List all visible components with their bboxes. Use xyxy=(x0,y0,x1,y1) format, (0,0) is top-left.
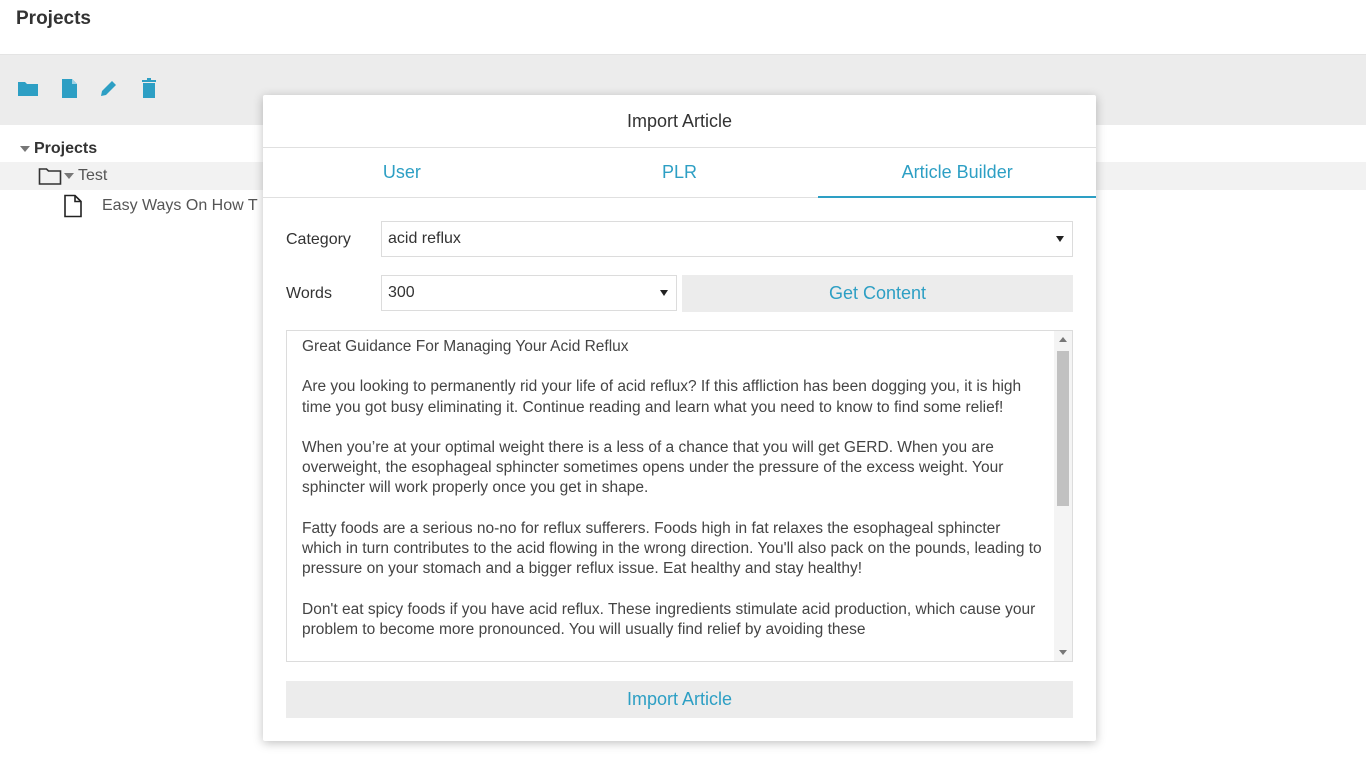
tree-label-file: Easy Ways On How T xyxy=(102,197,258,214)
folder-outline-icon xyxy=(38,168,62,185)
article-content: Great Guidance For Managing Your Acid Re… xyxy=(302,337,1044,660)
article-paragraph: Don't eat spicy foods if you have acid r… xyxy=(302,600,1036,638)
chevron-down-icon xyxy=(660,290,668,296)
category-value: acid reflux xyxy=(388,230,461,247)
tree-item-test[interactable]: Test xyxy=(38,166,107,186)
words-select[interactable]: 300 xyxy=(381,275,677,311)
tree-label-test: Test xyxy=(78,167,108,184)
textarea-scrollbar[interactable] xyxy=(1054,331,1072,661)
get-content-button[interactable]: Get Content xyxy=(682,275,1073,312)
file-outline-icon xyxy=(64,194,82,218)
tab-bar: User PLR Article Builder xyxy=(263,148,1096,198)
tree-label-projects: Projects xyxy=(34,140,98,157)
scroll-thumb[interactable] xyxy=(1057,351,1069,506)
app-header: Projects xyxy=(0,0,1366,55)
caret-down-icon[interactable] xyxy=(64,173,74,179)
trash-icon[interactable] xyxy=(138,77,160,99)
import-article-button[interactable]: Import Article xyxy=(286,681,1073,718)
import-article-dialog: Import Article User PLR Article Builder … xyxy=(263,95,1096,741)
article-paragraph: Fatty foods are a serious no-no for refl… xyxy=(302,519,1042,578)
folder-icon[interactable] xyxy=(17,77,39,99)
file-icon[interactable] xyxy=(58,77,80,99)
tab-plr[interactable]: PLR xyxy=(541,148,819,197)
tree-item-projects[interactable]: Projects xyxy=(20,140,97,158)
article-paragraph: Are you looking to permanently rid your … xyxy=(302,378,1022,416)
words-value: 300 xyxy=(388,284,415,301)
article-paragraph: When you’re at your optimal weight there… xyxy=(302,438,1004,497)
dialog-title: Import Article xyxy=(263,95,1096,148)
article-paragraph: Great Guidance For Managing Your Acid Re… xyxy=(302,338,629,355)
scroll-up-icon[interactable] xyxy=(1059,337,1067,342)
pencil-icon[interactable] xyxy=(98,77,120,99)
tab-user[interactable]: User xyxy=(263,148,541,197)
words-label: Words xyxy=(286,285,332,302)
tree-item-file[interactable]: Easy Ways On How T xyxy=(63,194,258,218)
article-textarea[interactable]: Great Guidance For Managing Your Acid Re… xyxy=(286,330,1073,662)
caret-down-icon[interactable] xyxy=(20,146,30,152)
tab-article-builder[interactable]: Article Builder xyxy=(818,148,1096,198)
category-select[interactable]: acid reflux xyxy=(381,221,1073,257)
scroll-down-icon[interactable] xyxy=(1059,650,1067,655)
page-title: Projects xyxy=(16,8,91,29)
category-label: Category xyxy=(286,231,351,248)
chevron-down-icon xyxy=(1056,236,1064,242)
